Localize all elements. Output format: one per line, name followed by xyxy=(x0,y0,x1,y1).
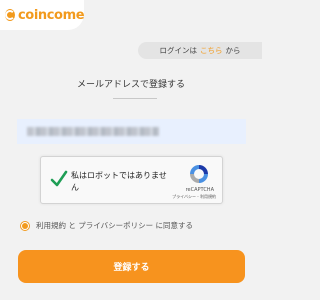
title-divider xyxy=(113,98,157,99)
recaptcha-terms-link[interactable]: プライバシー - 利用規約 xyxy=(172,194,216,200)
agreement-option[interactable]: 利用規約 と プライバシーポリシー に同意する xyxy=(20,220,193,231)
header-logo-bar: coincome xyxy=(0,0,85,30)
login-prompt-suffix: から xyxy=(225,46,241,55)
agreement-radio[interactable] xyxy=(20,220,30,231)
checkmark-icon[interactable] xyxy=(50,169,68,189)
login-link[interactable]: こちら xyxy=(200,45,223,56)
login-prompt: ログインは こちら から xyxy=(138,42,262,59)
recaptcha-logo-icon xyxy=(190,165,208,183)
register-button[interactable]: 登録する xyxy=(18,250,245,283)
agreement-label: 利用規約 と プライバシーポリシー に同意する xyxy=(36,221,194,230)
logo-text: coincome xyxy=(18,7,85,23)
login-prompt-prefix: ログインは xyxy=(159,46,198,55)
recaptcha-widget: 私はロボットではありません reCAPTCHA プライバシー - 利用規約 xyxy=(40,156,223,204)
page-title: メールアドレスで登録する xyxy=(76,80,185,90)
email-redacted-value xyxy=(27,127,159,136)
recaptcha-label: 私はロボットではありません xyxy=(71,171,167,192)
recaptcha-brand: reCAPTCHA xyxy=(185,187,214,193)
coincome-logo-icon xyxy=(5,9,15,21)
